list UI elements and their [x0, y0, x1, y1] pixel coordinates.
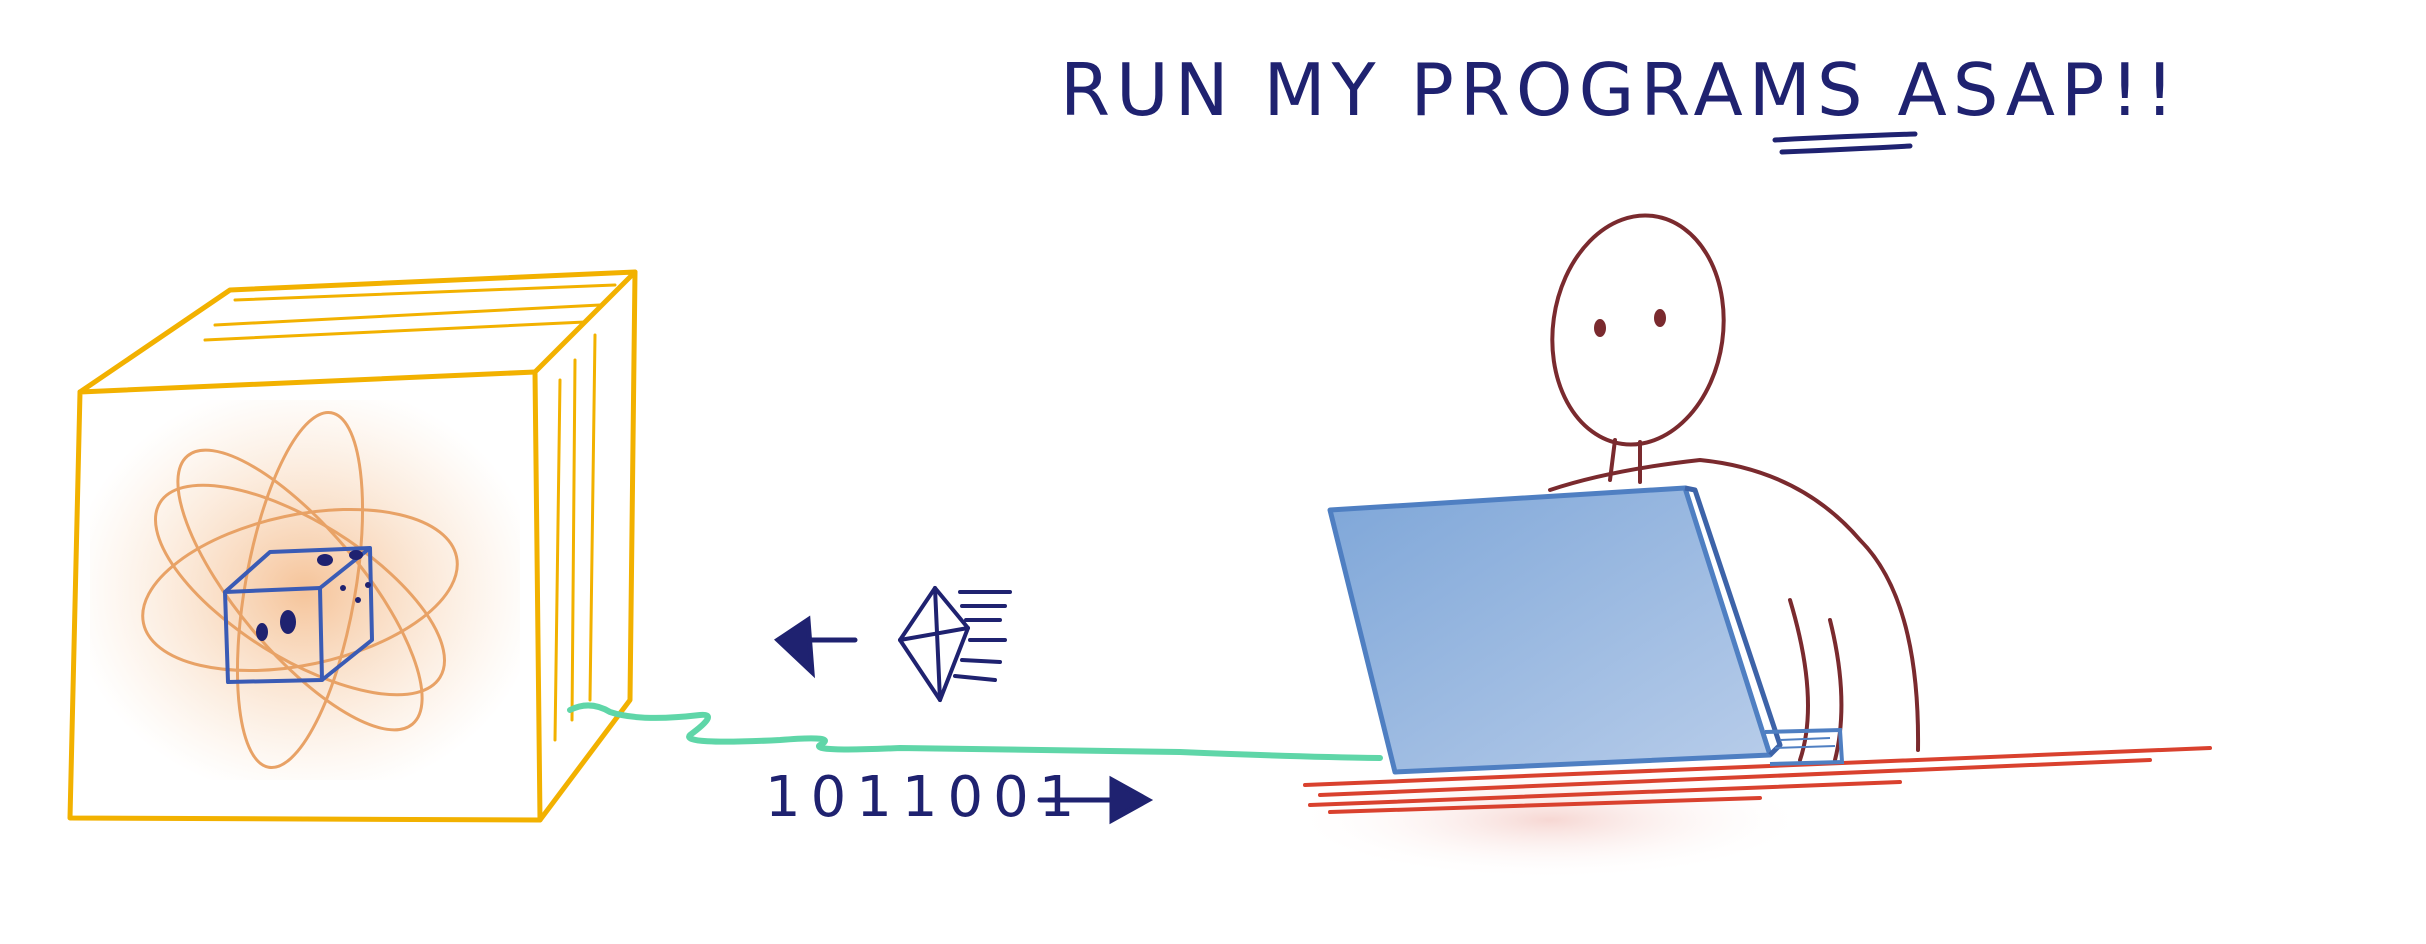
- emphasis-underline: [1772, 131, 1918, 155]
- result-crystal: [898, 586, 1012, 702]
- illustration: [67, 131, 2212, 880]
- person-eye-left: [1594, 319, 1606, 337]
- person-eye-right: [1654, 309, 1666, 327]
- result-arrow-left: [773, 615, 858, 679]
- bitstring-label: 1011001: [765, 765, 1085, 830]
- laptop-screen: [1327, 485, 1773, 775]
- quantum-computer: [67, 269, 638, 823]
- connection-cable: [567, 702, 1383, 761]
- person-head: [1550, 213, 1726, 447]
- laptop: [1327, 485, 1845, 775]
